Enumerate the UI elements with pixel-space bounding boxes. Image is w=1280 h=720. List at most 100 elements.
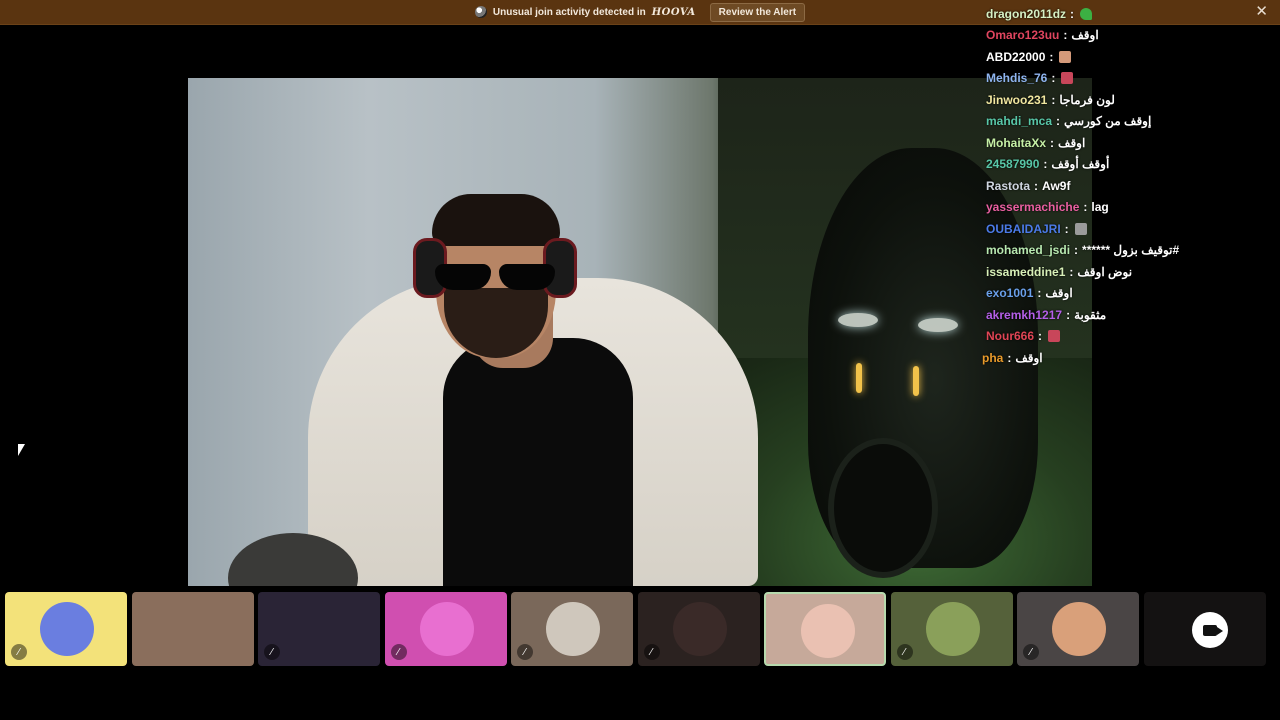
mic-off-icon: ⁄ — [11, 644, 27, 660]
alert-brand: HOOVA — [651, 6, 696, 18]
chat-separator: : — [1074, 243, 1079, 258]
alert-text: Unusual join activity detected in — [492, 6, 646, 18]
chat-username[interactable]: dragon2011dz — [986, 7, 1066, 21]
chat-separator: : — [1043, 157, 1048, 172]
chat-message: mahdi_mca: إوقف من كورسي — [986, 111, 1266, 133]
face-emote-icon — [1059, 50, 1072, 63]
chat-separator: : — [1037, 286, 1042, 301]
video-sunglasses — [430, 264, 560, 294]
chat-message: Mehdis_76: — [986, 68, 1266, 90]
chat-text: اوقف — [1015, 350, 1043, 365]
chat-separator: : — [1064, 221, 1069, 236]
participant-tile[interactable]: ⁄ — [637, 592, 760, 666]
participant-tile[interactable]: ⁄ — [890, 592, 1013, 666]
review-alert-button[interactable]: Review the Alert — [709, 2, 806, 22]
chat-text: ****** توقيف بزول# — [1082, 243, 1180, 258]
video-wheel — [828, 438, 938, 578]
mic-off-icon: ⁄ — [1023, 644, 1039, 660]
chat-text: lag — [1091, 200, 1109, 215]
mic-off-icon: ⁄ — [517, 644, 533, 660]
main-video[interactable] — [188, 78, 1092, 586]
chat-separator: : — [1069, 264, 1074, 279]
grey-emote-icon — [1074, 222, 1087, 235]
chat-separator: : — [1051, 92, 1056, 107]
chat-username[interactable]: issameddine1 — [986, 265, 1065, 279]
avatar — [925, 602, 980, 656]
video-light-left — [856, 363, 862, 393]
chat-text: نوض اوقف — [1077, 264, 1133, 279]
chat-message: dragon2011dz: — [986, 3, 1266, 25]
chat-message: mohamed_jsdi: ****** توقيف بزول# — [986, 240, 1266, 262]
chat-username[interactable]: MohaitaXx — [986, 136, 1046, 150]
avatar — [801, 604, 855, 658]
chat-message: Jinwoo231: لون فرماجا — [986, 89, 1266, 111]
chat-message: 24587990: أوقف أوقف — [986, 154, 1266, 176]
participant-tile[interactable]: ⁄ — [1017, 592, 1139, 666]
alert-content: Unusual join activity detected in HOOVA … — [474, 2, 806, 22]
participant-tile[interactable] — [764, 592, 886, 666]
chat-username[interactable]: OUBAIDAJRI — [986, 222, 1061, 236]
chat-username[interactable]: Omaro123uu — [986, 28, 1059, 42]
chat-text: إوقف من كورسي — [1064, 114, 1152, 129]
chat-overlay: dragon2011dz: Omaro123uu: اوقف ABD22000: Meh… — [982, 3, 1266, 369]
participant-tile[interactable] — [131, 592, 254, 666]
chat-username[interactable]: akremkh1217 — [986, 308, 1062, 322]
chat-message: Omaro123uu: اوقف — [986, 25, 1266, 47]
mic-off-icon: ⁄ — [643, 644, 660, 660]
chat-username[interactable]: yassermachiche — [986, 200, 1079, 214]
chat-username[interactable]: Rastota — [986, 179, 1030, 193]
camera-icon[interactable] — [1191, 612, 1228, 648]
chat-message: yassermachiche: lag — [986, 197, 1266, 219]
participant-tile[interactable]: ⁄ — [384, 592, 507, 666]
avatar — [1052, 602, 1106, 656]
chat-text: لون فرماجا — [1059, 92, 1115, 107]
chat-text: اوقف — [1045, 286, 1073, 301]
chat-separator: : — [1007, 350, 1012, 365]
chat-message: akremkh1217: مثقوبة — [986, 304, 1266, 326]
chat-separator: : — [1063, 28, 1068, 43]
video-headlight-right — [918, 318, 958, 332]
chat-username[interactable]: Mehdis_76 — [986, 71, 1047, 85]
chat-message: exo1001: اوقف — [986, 283, 1266, 305]
video-light-right — [913, 366, 919, 396]
mic-off-icon: ⁄ — [390, 644, 407, 660]
participant-tile[interactable]: ⁄ — [5, 592, 127, 666]
chat-username[interactable]: Nour666 — [986, 329, 1034, 343]
chat-message: MohaitaXx: اوقف — [986, 132, 1266, 154]
participant-tile[interactable]: ⁄ — [258, 592, 380, 666]
chat-separator: : — [1083, 200, 1088, 215]
chat-message: Rastota: Aw9f — [986, 175, 1266, 197]
avatar — [419, 602, 474, 656]
chat-message: pha: اوقف — [982, 347, 1266, 369]
participant-tile[interactable]: ⁄ — [511, 592, 633, 666]
chat-username[interactable]: exo1001 — [986, 286, 1033, 300]
chat-message: issameddine1: نوض اوقف — [986, 261, 1266, 283]
chat-separator: : — [1050, 135, 1055, 150]
chat-separator: : — [1066, 307, 1071, 322]
chat-username[interactable]: Jinwoo231 — [986, 93, 1047, 107]
alert-icon — [474, 6, 487, 18]
chat-separator: : — [1070, 6, 1075, 21]
chat-text: Aw9f — [1042, 178, 1071, 193]
chat-username[interactable]: mahdi_mca — [986, 114, 1052, 128]
chat-separator: : — [1038, 329, 1043, 344]
participant-tile[interactable] — [1143, 592, 1266, 666]
chat-message: OUBAIDAJRI: — [986, 218, 1266, 240]
chat-separator: : — [1034, 178, 1039, 193]
red-emote-icon — [1048, 330, 1061, 343]
chat-separator: : — [1056, 114, 1061, 129]
chat-text: مثقوبة — [1074, 307, 1107, 322]
mouse-cursor — [18, 444, 25, 456]
avatar — [546, 602, 600, 656]
participant-strip: ⁄ ⁄ ⁄ ⁄ ⁄ ⁄ ⁄ — [0, 592, 1280, 666]
chat-text: اوقف — [1071, 28, 1099, 43]
video-person-hair — [432, 194, 560, 246]
video-person-shirt — [443, 338, 633, 586]
chat-username[interactable]: mohamed_jsdi — [986, 243, 1070, 257]
chat-username[interactable]: pha — [982, 351, 1003, 365]
chat-username[interactable]: ABD22000 — [986, 50, 1045, 64]
chat-username[interactable]: 24587990 — [986, 157, 1039, 171]
chat-separator: : — [1051, 71, 1056, 86]
red-emote-icon — [1061, 72, 1074, 85]
chat-separator: : — [1049, 49, 1054, 64]
